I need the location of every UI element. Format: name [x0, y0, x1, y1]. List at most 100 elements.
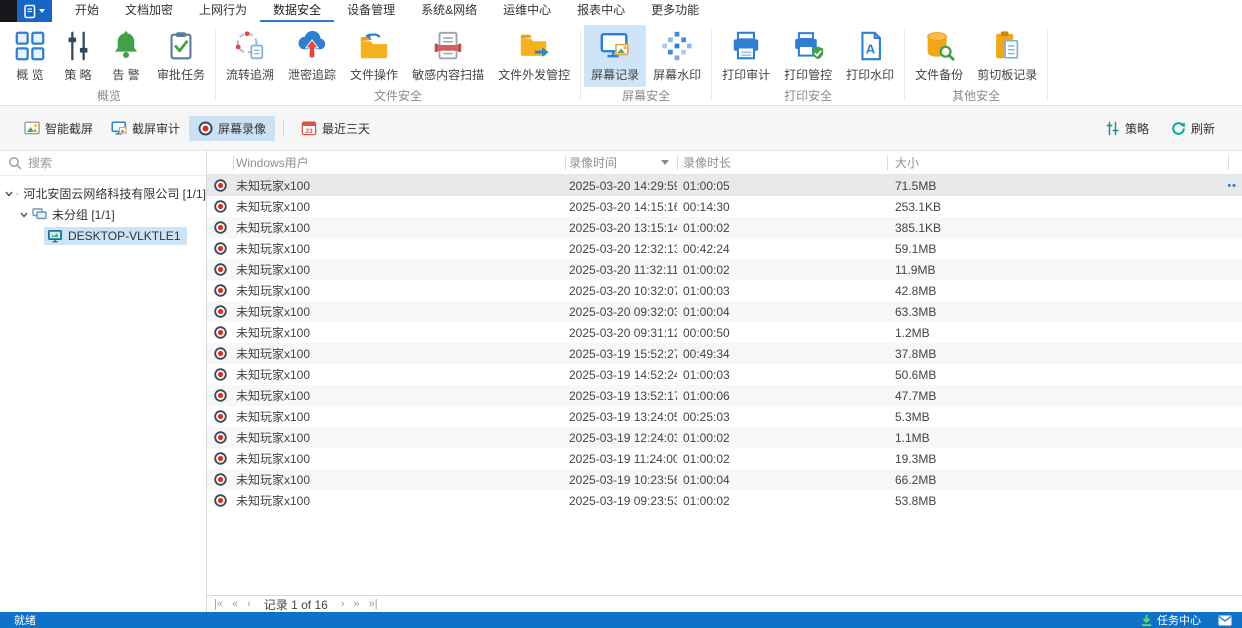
menu-tab[interactable]: 开始	[62, 0, 112, 22]
chevron-down-icon[interactable]	[19, 212, 29, 218]
cell-record-time: 2025-03-19 09:23:53	[565, 494, 677, 508]
table-row[interactable]: 未知玩家x100 2025-03-19 11:24:00 01:00:02 19…	[207, 448, 1242, 469]
overview-button[interactable]: 概 览	[6, 25, 54, 87]
column-header-duration[interactable]: 录像时长	[677, 151, 887, 174]
file-operation-button[interactable]: 文件操作	[343, 25, 405, 87]
refresh-button[interactable]: 刷新	[1162, 116, 1224, 141]
menu-tab[interactable]: 上网行为	[186, 0, 260, 22]
cell-windows-user: 未知玩家x100	[233, 303, 565, 320]
fast-prev-button[interactable]: «	[232, 599, 238, 610]
tree-node-ungrouped[interactable]: 未分组 [1/1]	[0, 204, 206, 225]
folder-undo-icon	[357, 29, 391, 63]
menu-bar: 开始 文档加密 上网行为 数据安全 设备管理 系统&网络 运维中心 报表中心 更…	[0, 0, 1242, 22]
menu-tab[interactable]: 设备管理	[334, 0, 408, 22]
print-audit-button[interactable]: 打印审计	[715, 25, 777, 87]
capture-audit-button[interactable]: 截屏审计	[102, 116, 189, 141]
cell-windows-user: 未知玩家x100	[233, 492, 565, 509]
table-row[interactable]: 未知玩家x100 2025-03-20 13:15:14 01:00:02 38…	[207, 217, 1242, 238]
flow-trace-button[interactable]: 流转追溯	[219, 25, 281, 87]
menu-tab[interactable]: 系统&网络	[408, 0, 490, 22]
cell-actions: •••	[1228, 280, 1242, 301]
row-actions-button[interactable]: •••	[1228, 180, 1237, 192]
search-input[interactable]	[28, 156, 198, 170]
table-row[interactable]: 未知玩家x100 2025-03-20 14:15:16 00:14:30 25…	[207, 196, 1242, 217]
table-row[interactable]: 未知玩家x100 2025-03-19 13:52:17 01:00:06 47…	[207, 385, 1242, 406]
cell-windows-user: 未知玩家x100	[233, 387, 565, 404]
record-icon	[214, 263, 227, 276]
cell-size: 53.8MB	[887, 494, 1228, 508]
cell-windows-user: 未知玩家x100	[233, 345, 565, 362]
column-header-record-time[interactable]: 录像时间	[565, 151, 677, 174]
menu-tab[interactable]: 数据安全	[260, 0, 334, 22]
leak-trace-button[interactable]: 泄密追踪	[281, 25, 343, 87]
svg-text:A: A	[866, 42, 876, 57]
table-row[interactable]: 未知玩家x100 2025-03-19 13:24:05 00:25:03 5.…	[207, 406, 1242, 427]
next-page-button[interactable]: ›	[341, 599, 345, 610]
tree-node-computer[interactable]: DESKTOP-VLKTLE1	[0, 225, 206, 246]
clipboard-record-button[interactable]: 剪切板记录	[970, 25, 1044, 87]
column-header-windows-user[interactable]: Windows用户	[233, 151, 565, 174]
cell-actions: •••	[1228, 469, 1242, 490]
menu-tab[interactable]: 文档加密	[112, 0, 186, 22]
task-center-button[interactable]: 任务中心	[1140, 612, 1201, 628]
sort-descending-icon[interactable]	[661, 160, 669, 165]
column-header-icon[interactable]	[207, 151, 233, 174]
table-row[interactable]: 未知玩家x100 2025-03-20 14:29:59 01:00:05 71…	[207, 175, 1242, 196]
chevron-down-icon[interactable]	[5, 191, 13, 197]
print-watermark-button[interactable]: A 打印水印	[839, 25, 901, 87]
computers-group-icon	[16, 187, 18, 201]
last-page-button[interactable]: »|	[369, 599, 378, 610]
menu-tab[interactable]: 更多功能	[638, 0, 712, 22]
approval-tasks-button[interactable]: 审批任务	[150, 25, 212, 87]
record-icon	[198, 121, 213, 136]
tree-node-company[interactable]: 河北安固云网络科技有限公司 [1/1]	[0, 183, 206, 204]
file-outgoing-control-button[interactable]: 文件外发管控	[491, 25, 577, 87]
table-row[interactable]: 未知玩家x100 2025-03-20 12:32:13 00:42:24 59…	[207, 238, 1242, 259]
table-row[interactable]: 未知玩家x100 2025-03-19 14:52:24 01:00:03 50…	[207, 364, 1242, 385]
recent-3days-button[interactable]: 23 最近三天	[292, 116, 379, 141]
row-icon-cell	[207, 179, 233, 192]
cell-actions: •••	[1228, 343, 1242, 364]
row-icon-cell	[207, 431, 233, 444]
menu-tab[interactable]: 运维中心	[490, 0, 564, 22]
app-menu-button[interactable]	[17, 0, 52, 22]
print-control-button[interactable]: 打印管控	[777, 25, 839, 87]
smart-capture-button[interactable]: 智能截屏	[15, 116, 102, 141]
table-row[interactable]: 未知玩家x100 2025-03-19 09:23:53 01:00:02 53…	[207, 490, 1242, 511]
cell-size: 47.7MB	[887, 389, 1228, 403]
cell-record-time: 2025-03-20 14:15:16	[565, 200, 677, 214]
table-row[interactable]: 未知玩家x100 2025-03-20 09:32:03 01:00:04 63…	[207, 301, 1242, 322]
menu-tab[interactable]: 报表中心	[564, 0, 638, 22]
sensitive-content-scan-button[interactable]: 敏感内容扫描	[405, 25, 491, 87]
table-row[interactable]: 未知玩家x100 2025-03-19 10:23:56 01:00:04 66…	[207, 469, 1242, 490]
alert-button[interactable]: 告 警	[102, 25, 150, 87]
table-row[interactable]: 未知玩家x100 2025-03-20 10:32:07 01:00:03 42…	[207, 280, 1242, 301]
table-row[interactable]: 未知玩家x100 2025-03-19 12:24:03 01:00:02 1.…	[207, 427, 1242, 448]
screen-record-button[interactable]: 屏幕记录	[584, 25, 646, 87]
table-row[interactable]: 未知玩家x100 2025-03-20 11:32:11 01:00:02 11…	[207, 259, 1242, 280]
message-icon[interactable]	[1218, 615, 1232, 626]
record-icon	[214, 410, 227, 423]
fast-next-button[interactable]: »	[354, 599, 360, 610]
screen-video-button[interactable]: 屏幕录像	[189, 116, 275, 141]
screen-watermark-button[interactable]: 屏幕水印	[646, 25, 708, 87]
file-backup-button[interactable]: 文件备份	[908, 25, 970, 87]
first-page-button[interactable]: |«	[214, 599, 223, 610]
page-indicator: 记录 1 of 16	[264, 596, 328, 613]
policy-toolbar-button[interactable]: 策略	[1096, 116, 1158, 141]
ribbon-separator	[711, 30, 712, 99]
table-row[interactable]: 未知玩家x100 2025-03-19 15:52:27 00:49:34 37…	[207, 343, 1242, 364]
cell-record-time: 2025-03-19 10:23:56	[565, 473, 677, 487]
cell-windows-user: 未知玩家x100	[233, 282, 565, 299]
calendar-23-icon: 23	[301, 120, 317, 136]
column-header-size[interactable]: 大小	[887, 151, 1228, 174]
ribbon-group-label: 其他安全	[908, 87, 1044, 108]
cell-duration: 01:00:03	[677, 368, 887, 382]
cell-size: 63.3MB	[887, 305, 1228, 319]
policy-button[interactable]: 策 略	[54, 25, 102, 87]
screen-video-label: 屏幕录像	[218, 120, 266, 137]
ribbon-separator	[580, 30, 581, 99]
prev-page-button[interactable]: ‹	[247, 599, 251, 610]
cell-duration: 00:00:50	[677, 326, 887, 340]
table-row[interactable]: 未知玩家x100 2025-03-20 09:31:12 00:00:50 1.…	[207, 322, 1242, 343]
